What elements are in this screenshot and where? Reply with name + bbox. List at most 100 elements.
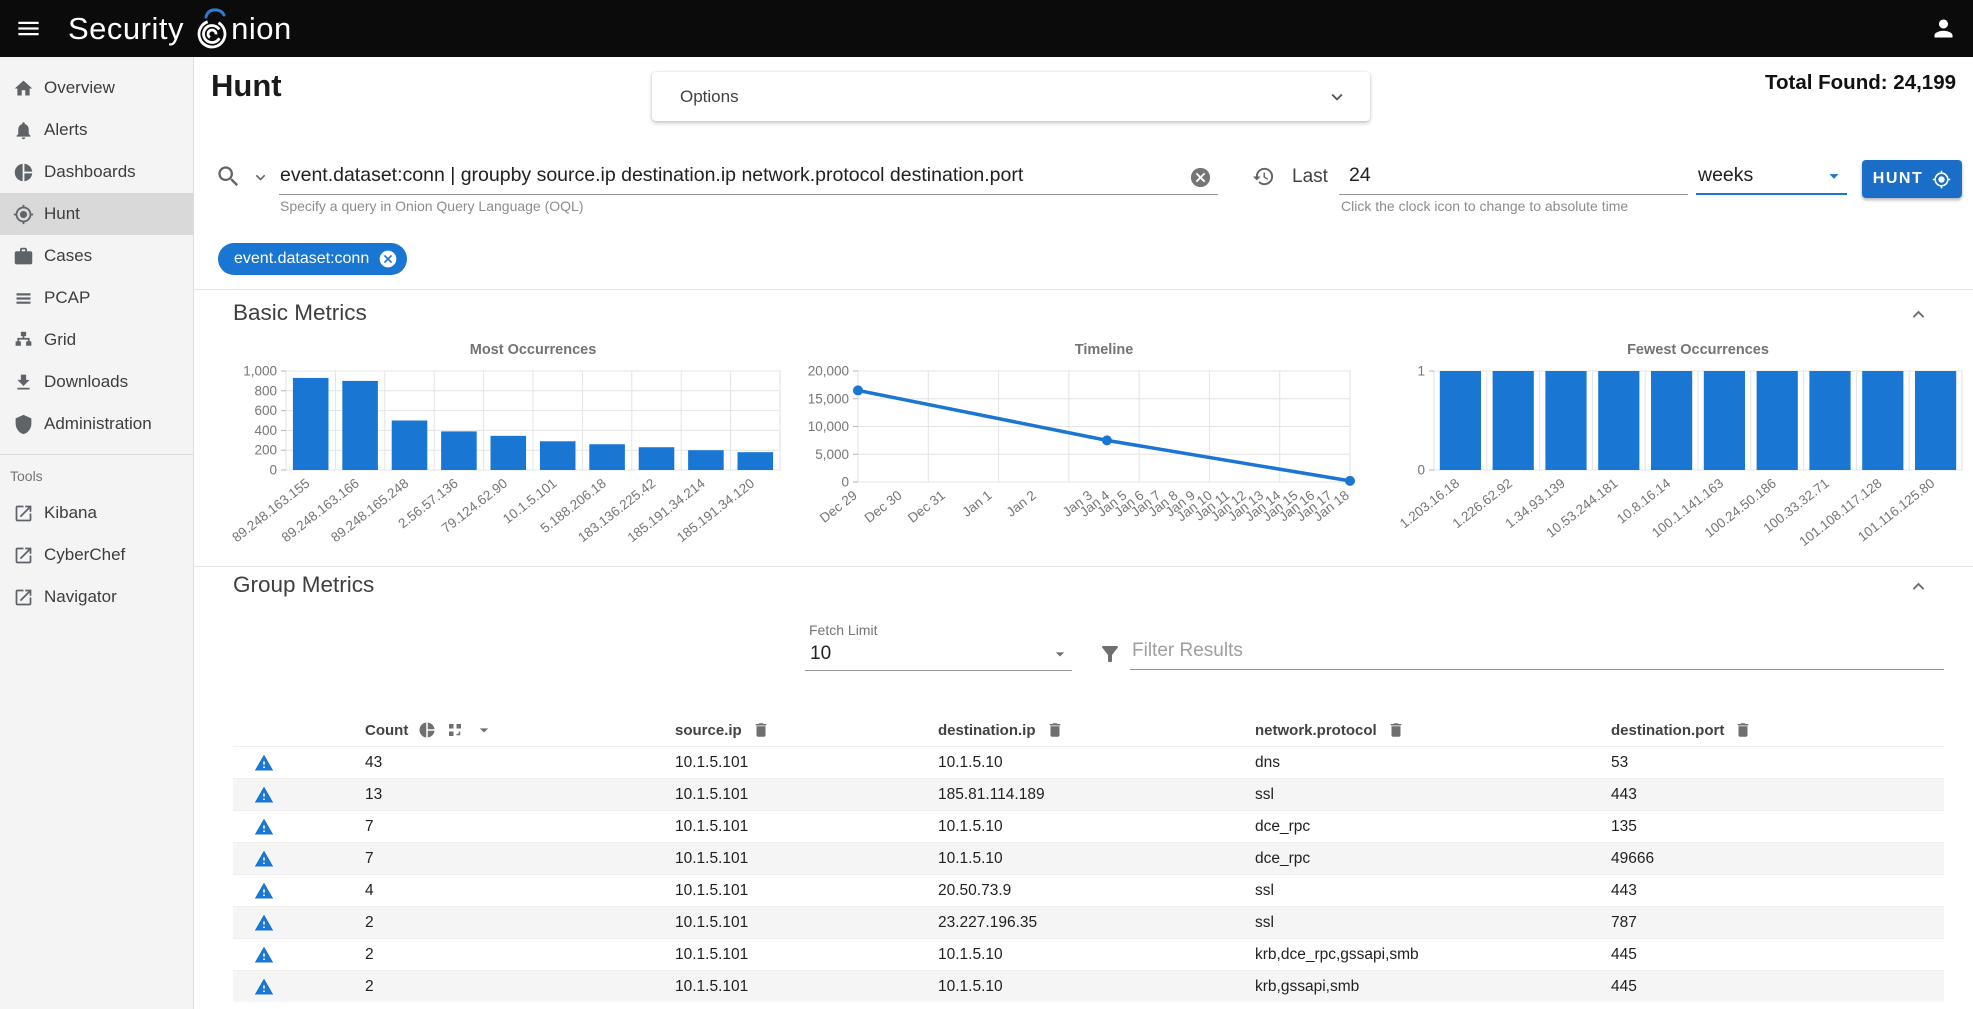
fetch-limit-select[interactable]: 10	[805, 640, 1072, 671]
hamburger-menu-icon[interactable]	[15, 15, 42, 42]
cell-source_ip[interactable]: 10.1.5.101	[675, 818, 938, 836]
cell-source_ip[interactable]: 10.1.5.101	[675, 978, 938, 996]
cell-source_ip[interactable]: 10.1.5.101	[675, 754, 938, 772]
warning-triangle-icon[interactable]	[254, 753, 274, 773]
cell-destination_port[interactable]: 53	[1611, 754, 1944, 772]
cell-network_protocol[interactable]: ssl	[1255, 882, 1611, 900]
cell-count[interactable]: 2	[365, 978, 675, 996]
cell-count[interactable]: 7	[365, 850, 675, 868]
hunt-button[interactable]: HUNT	[1862, 160, 1962, 198]
cell-network_protocol[interactable]: ssl	[1255, 786, 1611, 804]
pie-chart-toggle-icon[interactable]	[418, 721, 436, 739]
svg-text:0: 0	[269, 463, 277, 478]
sidebar-item-cases[interactable]: Cases	[0, 235, 193, 277]
sidebar-item-grid[interactable]: Grid	[0, 319, 193, 361]
svg-text:1,000: 1,000	[243, 364, 277, 379]
search-icon[interactable]	[215, 163, 242, 190]
cell-network_protocol[interactable]: krb,gssapi,smb	[1255, 978, 1611, 996]
table-row[interactable]: 410.1.5.10120.50.73.9ssl443	[233, 874, 1944, 906]
clear-query-icon[interactable]	[1189, 166, 1212, 189]
table-row[interactable]: 210.1.5.10110.1.5.10krb,gssapi,smb445	[233, 970, 1944, 1002]
warning-triangle-icon[interactable]	[254, 913, 274, 933]
page-title: Hunt	[211, 68, 282, 104]
remove-column-trash-icon[interactable]	[1387, 721, 1405, 739]
query-history-chevron-icon[interactable]	[251, 168, 270, 187]
filter-chip[interactable]: event.dataset:conn	[218, 243, 407, 275]
sidebar-tool-cyberchef[interactable]: CyberChef	[0, 534, 193, 576]
cell-network_protocol[interactable]: ssl	[1255, 914, 1611, 932]
sidebar-item-dashboards[interactable]: Dashboards	[0, 151, 193, 193]
cell-destination_ip[interactable]: 23.227.196.35	[938, 914, 1255, 932]
chip-remove-icon[interactable]	[378, 249, 398, 269]
cell-network_protocol[interactable]: krb,dce_rpc,gssapi,smb	[1255, 946, 1611, 964]
cell-source_ip[interactable]: 10.1.5.101	[675, 914, 938, 932]
collapse-group-metrics-icon[interactable]	[1907, 575, 1930, 598]
table-row[interactable]: 210.1.5.10123.227.196.35ssl787	[233, 906, 1944, 938]
cell-destination_port[interactable]: 445	[1611, 946, 1944, 964]
cell-source_ip[interactable]: 10.1.5.101	[675, 882, 938, 900]
cell-source_ip[interactable]: 10.1.5.101	[675, 946, 938, 964]
table-row[interactable]: 710.1.5.10110.1.5.10dce_rpc135	[233, 810, 1944, 842]
time-unit-select[interactable]: weeks	[1696, 160, 1847, 195]
svg-text:1: 1	[1417, 364, 1425, 379]
cell-destination_ip[interactable]: 185.81.114.189	[938, 786, 1255, 804]
cell-destination_port[interactable]: 787	[1611, 914, 1944, 932]
remove-column-trash-icon[interactable]	[1734, 721, 1752, 739]
user-account-icon[interactable]	[1930, 15, 1957, 42]
query-input[interactable]	[279, 160, 1218, 195]
cell-source_ip[interactable]: 10.1.5.101	[675, 786, 938, 804]
sidebar-item-alerts[interactable]: Alerts	[0, 109, 193, 151]
options-label: Options	[680, 87, 739, 107]
options-panel-toggle[interactable]: Options	[652, 72, 1370, 121]
cell-network_protocol[interactable]: dce_rpc	[1255, 850, 1611, 868]
sidebar-tool-kibana[interactable]: Kibana	[0, 492, 193, 534]
warning-triangle-icon[interactable]	[254, 977, 274, 997]
sidebar-item-downloads[interactable]: Downloads	[0, 361, 193, 403]
warning-triangle-icon[interactable]	[254, 817, 274, 837]
table-row[interactable]: 4310.1.5.10110.1.5.10dns53	[233, 746, 1944, 778]
remove-column-trash-icon[interactable]	[1046, 721, 1064, 739]
warning-triangle-icon[interactable]	[254, 785, 274, 805]
history-clock-icon[interactable]	[1252, 165, 1275, 188]
remove-column-trash-icon[interactable]	[752, 721, 770, 739]
cell-destination_port[interactable]: 445	[1611, 978, 1944, 996]
table-row[interactable]: 710.1.5.10110.1.5.10dce_rpc49666	[233, 842, 1944, 874]
cell-destination_port[interactable]: 443	[1611, 786, 1944, 804]
time-value-input[interactable]	[1339, 160, 1688, 195]
cell-count[interactable]: 4	[365, 882, 675, 900]
filter-results-input[interactable]	[1130, 637, 1944, 670]
svg-text:200: 200	[254, 443, 277, 458]
sidebar-tool-navigator[interactable]: Navigator	[0, 576, 193, 618]
group-by-icon[interactable]	[446, 721, 464, 739]
cell-destination_ip[interactable]: 10.1.5.10	[938, 754, 1255, 772]
cell-destination_ip[interactable]: 10.1.5.10	[938, 818, 1255, 836]
sidebar-item-administration[interactable]: Administration	[0, 403, 193, 445]
sidebar-item-hunt[interactable]: Hunt	[0, 193, 193, 235]
collapse-basic-metrics-icon[interactable]	[1907, 303, 1930, 326]
chevron-down-icon[interactable]	[1326, 86, 1348, 108]
cell-source_ip[interactable]: 10.1.5.101	[675, 850, 938, 868]
warning-triangle-icon[interactable]	[254, 849, 274, 869]
cell-destination_port[interactable]: 135	[1611, 818, 1944, 836]
table-row[interactable]: 1310.1.5.101185.81.114.189ssl443	[233, 778, 1944, 810]
cell-count[interactable]: 43	[365, 754, 675, 772]
cell-destination_ip[interactable]: 10.1.5.10	[938, 946, 1255, 964]
table-row[interactable]: 210.1.5.10110.1.5.10krb,dce_rpc,gssapi,s…	[233, 938, 1944, 970]
sidebar-item-overview[interactable]: Overview	[0, 67, 193, 109]
cell-count[interactable]: 7	[365, 818, 675, 836]
cell-count[interactable]: 2	[365, 914, 675, 932]
cell-destination_ip[interactable]: 10.1.5.10	[938, 978, 1255, 996]
cell-count[interactable]: 2	[365, 946, 675, 964]
cell-destination_ip[interactable]: 10.1.5.10	[938, 850, 1255, 868]
cell-network_protocol[interactable]: dns	[1255, 754, 1611, 772]
column-destination-port: destination.port	[1611, 722, 1724, 739]
cell-count[interactable]: 13	[365, 786, 675, 804]
cell-destination_port[interactable]: 49666	[1611, 850, 1944, 868]
warning-triangle-icon[interactable]	[254, 945, 274, 965]
cell-destination_port[interactable]: 443	[1611, 882, 1944, 900]
cell-destination_ip[interactable]: 20.50.73.9	[938, 882, 1255, 900]
sidebar-item-pcap[interactable]: PCAP	[0, 277, 193, 319]
warning-triangle-icon[interactable]	[254, 881, 274, 901]
chart-type-caret-icon[interactable]	[474, 720, 494, 740]
cell-network_protocol[interactable]: dce_rpc	[1255, 818, 1611, 836]
